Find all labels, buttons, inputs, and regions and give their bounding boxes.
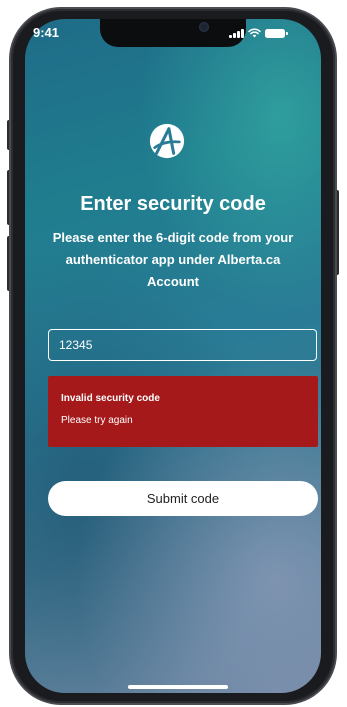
page-title: Enter security code bbox=[80, 193, 266, 215]
home-indicator[interactable] bbox=[128, 685, 228, 689]
page-instructions: Please enter the 6-digit code from your … bbox=[52, 230, 294, 289]
error-title: Invalid security code bbox=[61, 393, 160, 404]
wifi-icon bbox=[247, 28, 261, 38]
status-bar-time: 9:41 bbox=[33, 25, 60, 40]
status-bar-icons bbox=[229, 26, 288, 38]
front-camera-icon bbox=[199, 22, 209, 32]
alberta-logo-icon bbox=[149, 123, 185, 159]
submit-code-button[interactable]: Submit code bbox=[48, 481, 318, 516]
security-code-input[interactable] bbox=[48, 329, 317, 361]
error-alert: Invalid security code Please try again bbox=[48, 376, 318, 447]
notch bbox=[100, 19, 246, 47]
error-message: Please try again bbox=[61, 415, 133, 426]
cellular-signal-icon bbox=[229, 28, 244, 38]
battery-icon bbox=[264, 29, 288, 38]
power-button bbox=[335, 190, 339, 275]
